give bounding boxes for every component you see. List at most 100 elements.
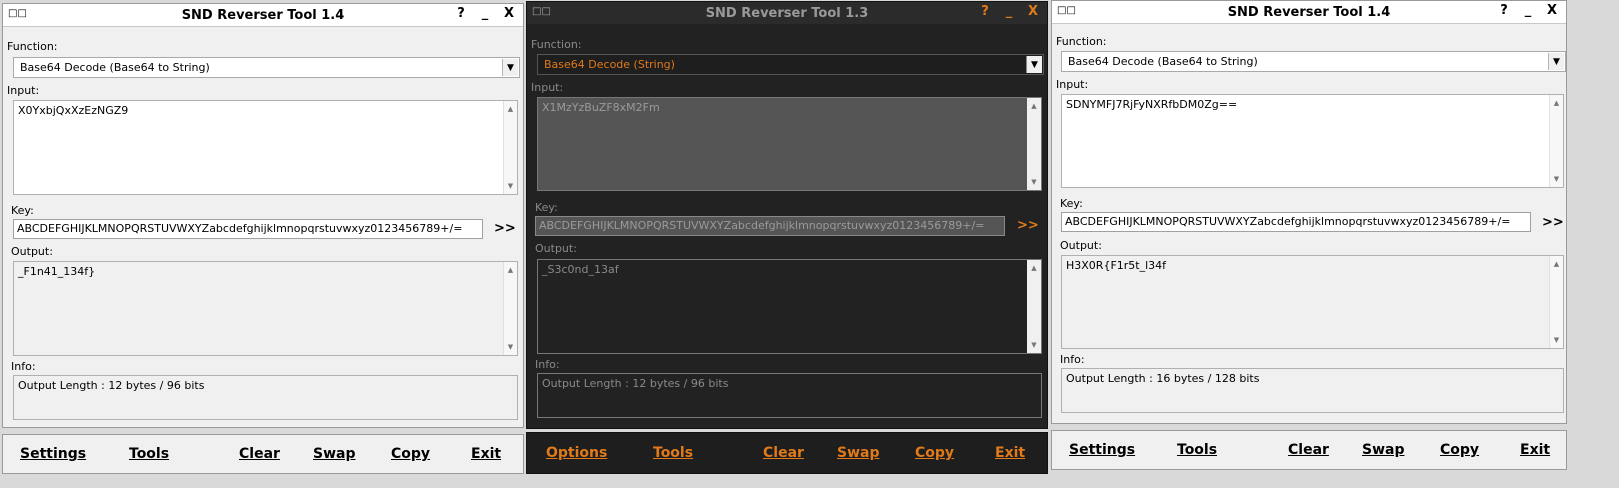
function-select-value: Base64 Decode (String) [544, 58, 675, 71]
output-text: H3X0R{F1r5t_l34f [1066, 259, 1167, 272]
window-controls: ? _ X [979, 4, 1039, 19]
info-text: Output Length : 12 bytes / 96 bits [18, 379, 205, 392]
chevron-down-icon[interactable]: ▼ [1026, 56, 1042, 73]
clear-button[interactable]: Clear [763, 433, 804, 473]
info-box: Output Length : 16 bytes / 128 bits [1061, 368, 1564, 413]
scroll-up-icon[interactable]: ▲ [1554, 99, 1559, 107]
window-title: SND Reverser Tool 1.3 [705, 5, 869, 21]
title-bar[interactable]: □□ SND Reverser Tool 1.3 ? _ X [527, 2, 1047, 24]
close-button[interactable]: X [1027, 4, 1039, 19]
info-box: Output Length : 12 bytes / 96 bits [13, 375, 518, 420]
swap-button[interactable]: Swap [1362, 431, 1405, 469]
key-input[interactable]: ABCDEFGHIJKLMNOPQRSTUVWXYZabcdefghijklmn… [13, 219, 483, 239]
copy-button[interactable]: Copy [391, 435, 430, 473]
key-input-value: ABCDEFGHIJKLMNOPQRSTUVWXYZabcdefghijklmn… [17, 222, 463, 235]
input-scrollbar[interactable]: ▲ ▼ [1027, 98, 1041, 190]
output-scrollbar[interactable]: ▲ ▼ [503, 262, 517, 355]
help-button[interactable]: ? [1498, 3, 1510, 18]
scroll-down-icon[interactable]: ▼ [508, 343, 513, 351]
apply-key-button[interactable]: >> [1542, 215, 1564, 230]
input-textarea[interactable]: SDNYMFJ7RjFyNXRfbDM0Zg== ▲ ▼ [1061, 94, 1564, 188]
key-input[interactable]: ABCDEFGHIJKLMNOPQRSTUVWXYZabcdefghijklmn… [535, 216, 1005, 236]
function-select-value: Base64 Decode (Base64 to String) [1068, 55, 1258, 68]
reverser-window-3: □□ SND Reverser Tool 1.4 ? _ X Function:… [1051, 0, 1567, 424]
info-label: Info: [11, 360, 36, 373]
function-select[interactable]: Base64 Decode (Base64 to String) ▼ [13, 57, 520, 78]
function-select[interactable]: Base64 Decode (Base64 to String) ▼ [1061, 51, 1566, 72]
window-title: SND Reverser Tool 1.4 [181, 7, 345, 23]
exit-button[interactable]: Exit [1520, 431, 1550, 469]
key-input-value: ABCDEFGHIJKLMNOPQRSTUVWXYZabcdefghijklmn… [1065, 215, 1511, 228]
window-title: SND Reverser Tool 1.4 [1227, 4, 1391, 20]
app-window-icon[interactable]: □□ [1057, 4, 1076, 18]
output-scrollbar[interactable]: ▲ ▼ [1027, 260, 1041, 353]
button-bar-1: Settings Tools Clear Swap Copy Exit [2, 434, 524, 474]
minimize-button[interactable]: _ [479, 6, 491, 21]
function-select-value: Base64 Decode (Base64 to String) [20, 61, 210, 74]
function-select[interactable]: Base64 Decode (String) ▼ [537, 54, 1044, 75]
settings-button[interactable]: Settings [1069, 431, 1135, 469]
tools-button[interactable]: Tools [129, 435, 169, 473]
options-button[interactable]: Options [546, 433, 607, 473]
title-bar[interactable]: □□ SND Reverser Tool 1.4 ? _ X [3, 4, 523, 27]
output-textarea[interactable]: _F1n41_134f} ▲ ▼ [13, 261, 518, 356]
output-label: Output: [1060, 239, 1102, 252]
key-label: Key: [1060, 197, 1083, 210]
scroll-down-icon[interactable]: ▼ [508, 182, 513, 190]
clear-button[interactable]: Clear [1288, 431, 1329, 469]
tools-button[interactable]: Tools [1177, 431, 1217, 469]
output-scrollbar[interactable]: ▲ ▼ [1549, 256, 1563, 348]
scroll-down-icon[interactable]: ▼ [1554, 336, 1559, 344]
minimize-button[interactable]: _ [1522, 3, 1534, 18]
close-button[interactable]: X [1546, 3, 1558, 18]
scroll-down-icon[interactable]: ▼ [1031, 178, 1036, 186]
output-label: Output: [11, 245, 53, 258]
copy-button[interactable]: Copy [1440, 431, 1479, 469]
tools-button[interactable]: Tools [653, 433, 693, 473]
scroll-down-icon[interactable]: ▼ [1031, 341, 1036, 349]
scroll-up-icon[interactable]: ▲ [1031, 102, 1036, 110]
clear-button[interactable]: Clear [239, 435, 280, 473]
function-label: Function: [1056, 35, 1107, 48]
copy-button[interactable]: Copy [915, 433, 954, 473]
swap-button[interactable]: Swap [837, 433, 880, 473]
input-label: Input: [7, 84, 40, 97]
input-scrollbar[interactable]: ▲ ▼ [503, 101, 517, 194]
output-textarea[interactable]: _S3c0nd_13af ▲ ▼ [537, 259, 1042, 354]
button-bar-3: Settings Tools Clear Swap Copy Exit [1051, 430, 1567, 470]
close-button[interactable]: X [503, 6, 515, 21]
exit-button[interactable]: Exit [995, 433, 1025, 473]
input-text: X1MzYzBuZF8xM2Fm [542, 101, 660, 114]
key-input-value: ABCDEFGHIJKLMNOPQRSTUVWXYZabcdefghijklmn… [539, 219, 985, 232]
help-button[interactable]: ? [979, 4, 991, 19]
exit-button[interactable]: Exit [471, 435, 501, 473]
scroll-up-icon[interactable]: ▲ [508, 266, 513, 274]
input-scrollbar[interactable]: ▲ ▼ [1549, 95, 1563, 187]
button-bar-2: Options Tools Clear Swap Copy Exit [526, 432, 1048, 474]
input-textarea[interactable]: X1MzYzBuZF8xM2Fm ▲ ▼ [537, 97, 1042, 191]
key-label: Key: [11, 204, 34, 217]
output-textarea[interactable]: H3X0R{F1r5t_l34f ▲ ▼ [1061, 255, 1564, 349]
key-label: Key: [535, 201, 558, 214]
chevron-down-icon[interactable]: ▼ [1548, 53, 1564, 70]
app-window-icon[interactable]: □□ [8, 7, 27, 21]
help-button[interactable]: ? [455, 6, 467, 21]
title-bar[interactable]: □□ SND Reverser Tool 1.4 ? _ X [1052, 1, 1566, 24]
swap-button[interactable]: Swap [313, 435, 356, 473]
info-text: Output Length : 12 bytes / 96 bits [542, 377, 729, 390]
chevron-down-icon[interactable]: ▼ [502, 59, 518, 76]
input-label: Input: [531, 81, 564, 94]
apply-key-button[interactable]: >> [494, 221, 516, 236]
window-controls: ? _ X [455, 6, 515, 21]
scroll-up-icon[interactable]: ▲ [508, 105, 513, 113]
settings-button[interactable]: Settings [20, 435, 86, 473]
apply-key-button[interactable]: >> [1017, 218, 1039, 233]
input-textarea[interactable]: X0YxbjQxXzEzNGZ9 ▲ ▼ [13, 100, 518, 195]
minimize-button[interactable]: _ [1003, 4, 1015, 19]
scroll-up-icon[interactable]: ▲ [1554, 260, 1559, 268]
scroll-up-icon[interactable]: ▲ [1031, 264, 1036, 272]
key-input[interactable]: ABCDEFGHIJKLMNOPQRSTUVWXYZabcdefghijklmn… [1061, 212, 1531, 232]
app-window-icon[interactable]: □□ [532, 5, 551, 19]
scroll-down-icon[interactable]: ▼ [1554, 175, 1559, 183]
input-label: Input: [1056, 78, 1089, 91]
